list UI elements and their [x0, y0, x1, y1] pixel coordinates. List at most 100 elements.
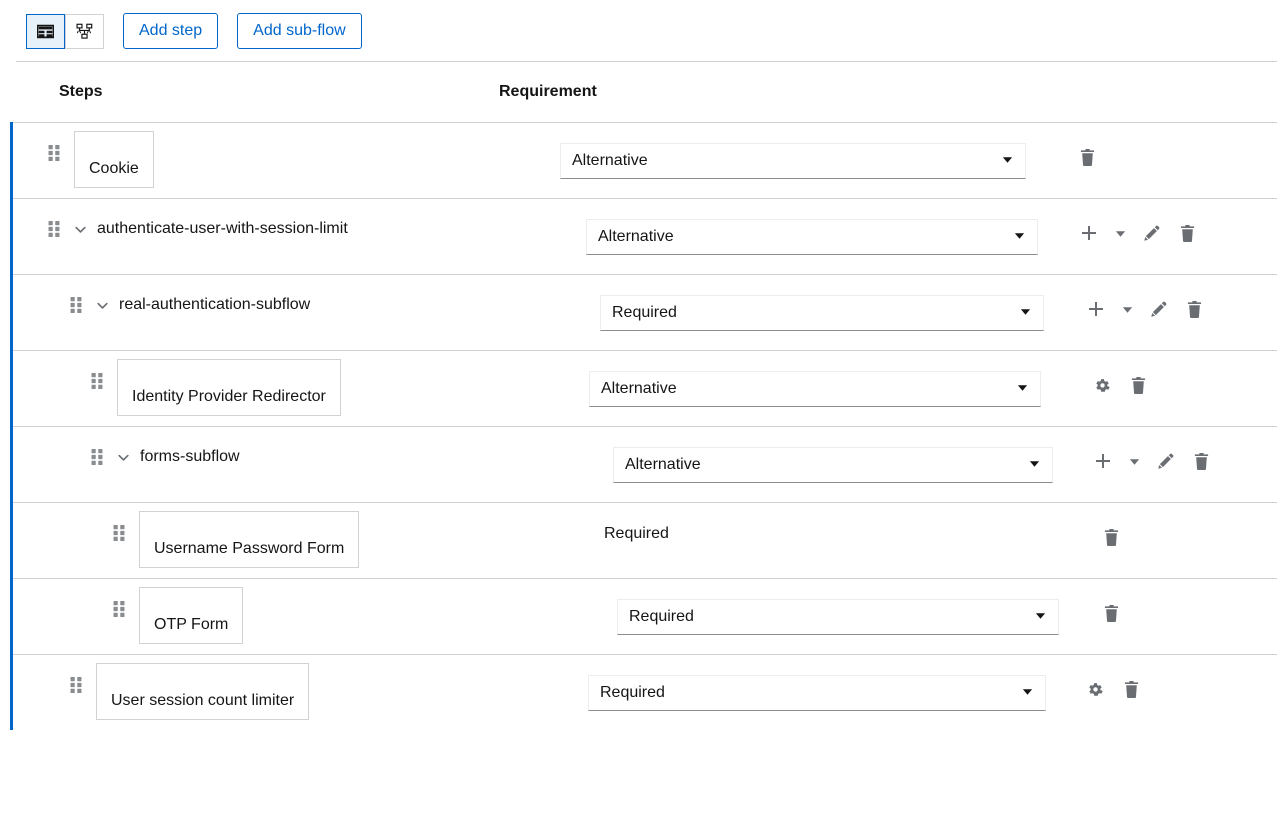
flow-toolbar: Add step Add sub-flow	[0, 0, 1277, 62]
view-toggle-group	[26, 14, 104, 49]
caret-down-action-button[interactable]	[1114, 291, 1140, 327]
trash-action-button[interactable]	[1069, 139, 1105, 175]
requirement-static-value: Required	[604, 523, 669, 544]
table-row: real-authentication-subflow Required	[13, 274, 1277, 350]
drag-handle-icon[interactable]	[47, 143, 74, 166]
row-requirement-cell: Alternative	[560, 123, 1026, 179]
pencil-icon	[1143, 225, 1160, 242]
caret-down-icon	[1014, 220, 1025, 254]
column-header-requirement: Requirement	[498, 83, 597, 101]
requirement-select[interactable]: Alternative	[589, 371, 1041, 407]
chevron-down-icon[interactable]	[96, 295, 119, 317]
trash-icon	[1187, 301, 1202, 318]
gear-action-button[interactable]	[1084, 367, 1120, 403]
requirement-select-value: Alternative	[625, 448, 701, 482]
chevron-down-icon[interactable]	[117, 447, 140, 469]
pencil-action-button[interactable]	[1140, 291, 1176, 327]
plus-action-button[interactable]	[1085, 443, 1121, 479]
caret-down-action-button[interactable]	[1121, 443, 1147, 479]
row-requirement-cell: Alternative	[586, 199, 1038, 255]
pencil-icon	[1157, 453, 1174, 470]
requirement-select-value: Required	[629, 600, 694, 634]
drag-handle-icon[interactable]	[112, 599, 139, 622]
drag-handle-icon[interactable]	[69, 295, 96, 318]
trash-action-button[interactable]	[1120, 367, 1156, 403]
step-name-box: User session count limiter	[96, 663, 309, 720]
row-requirement-cell: Alternative	[589, 351, 1041, 407]
trash-action-button[interactable]	[1176, 291, 1212, 327]
row-requirement-cell: Required	[600, 275, 1044, 331]
plus-action-button[interactable]	[1078, 291, 1114, 327]
requirement-select-value: Alternative	[598, 220, 674, 254]
drag-handle-icon[interactable]	[69, 675, 96, 698]
step-name-box: Cookie	[74, 131, 154, 188]
pencil-action-button[interactable]	[1147, 443, 1183, 479]
plus-icon	[1095, 453, 1111, 469]
authentication-flow-table: Steps Requirement CookieAlternativeauthe…	[0, 62, 1277, 730]
requirement-select[interactable]: Required	[588, 675, 1046, 711]
caret-down-icon	[1022, 676, 1033, 710]
trash-action-button[interactable]	[1093, 519, 1129, 555]
pencil-icon	[1150, 301, 1167, 318]
drag-handle-icon[interactable]	[90, 371, 117, 394]
row-steps-cell: Identity Provider Redirector	[13, 351, 341, 416]
trash-icon	[1194, 453, 1209, 470]
diagram-view-toggle[interactable]	[65, 14, 104, 49]
caret-down-icon	[1029, 448, 1040, 482]
plus-action-button[interactable]	[1071, 215, 1107, 251]
row-actions-cell	[1093, 503, 1129, 555]
row-steps-cell: Username Password Form	[13, 503, 359, 568]
table-row: Username Password Form Required	[13, 502, 1277, 578]
gear-icon	[1087, 681, 1103, 697]
table-view-icon	[37, 23, 54, 40]
table-view-toggle[interactable]	[26, 14, 65, 49]
row-steps-cell: User session count limiter	[13, 655, 309, 720]
trash-action-button[interactable]	[1183, 443, 1219, 479]
requirement-select-value: Alternative	[572, 144, 648, 178]
drag-handle-icon[interactable]	[112, 523, 139, 546]
row-steps-cell: real-authentication-subflow	[13, 275, 310, 318]
row-actions-cell	[1071, 199, 1205, 251]
row-requirement-cell: Required	[617, 579, 1059, 635]
row-actions-cell	[1084, 351, 1156, 403]
drag-handle-icon[interactable]	[47, 219, 74, 242]
table-row: authenticate-user-with-session-limit Alte…	[13, 198, 1277, 274]
subflow-name: real-authentication-subflow	[119, 295, 310, 315]
column-header-steps: Steps	[16, 83, 498, 101]
trash-icon	[1104, 605, 1119, 622]
gear-action-button[interactable]	[1077, 671, 1113, 707]
trash-icon	[1124, 681, 1139, 698]
requirement-select[interactable]: Alternative	[586, 219, 1038, 255]
add-subflow-button[interactable]: Add sub-flow	[237, 13, 362, 49]
caret-down-action-button[interactable]	[1107, 215, 1133, 251]
plus-icon	[1088, 301, 1104, 317]
trash-action-button[interactable]	[1113, 671, 1149, 707]
requirement-select[interactable]: Alternative	[560, 143, 1026, 179]
trash-action-button[interactable]	[1169, 215, 1205, 251]
requirement-select[interactable]: Alternative	[613, 447, 1053, 483]
row-actions-cell	[1093, 579, 1129, 631]
add-step-button[interactable]: Add step	[123, 13, 218, 49]
caret-down-icon	[1035, 600, 1046, 634]
caret-down-icon	[1002, 144, 1013, 178]
row-actions-cell	[1085, 427, 1219, 479]
trash-action-button[interactable]	[1093, 595, 1129, 631]
drag-handle-icon[interactable]	[90, 447, 117, 470]
chevron-down-icon[interactable]	[74, 219, 97, 241]
requirement-select-value: Alternative	[601, 372, 677, 406]
requirement-select[interactable]: Required	[600, 295, 1044, 331]
table-row: forms-subflowAlternative	[13, 426, 1277, 502]
trash-icon	[1104, 529, 1119, 546]
row-requirement-cell: Alternative	[613, 427, 1053, 483]
caret-down-icon	[1115, 228, 1126, 239]
table-row: User session count limiter Required	[13, 654, 1277, 730]
row-steps-cell: Cookie	[13, 123, 154, 188]
caret-down-icon	[1017, 372, 1028, 406]
table-row: OTP Form Required	[13, 578, 1277, 654]
row-steps-cell: authenticate-user-with-session-limit	[13, 199, 348, 242]
table-body: CookieAlternativeauthenticate-user-with-…	[0, 122, 1277, 730]
pencil-action-button[interactable]	[1133, 215, 1169, 251]
step-name-box: OTP Form	[139, 587, 243, 644]
requirement-select[interactable]: Required	[617, 599, 1059, 635]
trash-icon	[1131, 377, 1146, 394]
